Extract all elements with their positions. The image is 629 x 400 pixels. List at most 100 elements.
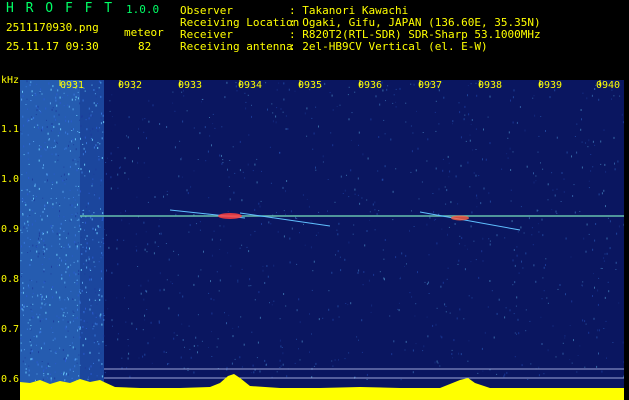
noise-dot (241, 199, 243, 202)
noise-dot (101, 80, 102, 82)
noise-dot (512, 151, 514, 153)
noise-dot (81, 210, 83, 211)
noise-dot (145, 289, 147, 292)
noise-dot (31, 118, 33, 120)
noise-dot (614, 168, 616, 171)
noise-dot (426, 160, 428, 162)
noise-dot (605, 320, 607, 322)
noise-dot (455, 175, 457, 178)
noise-dot (583, 237, 585, 240)
noise-dot (89, 298, 91, 301)
noise-dot (24, 223, 26, 225)
noise-dot (103, 121, 105, 124)
noise-dot (514, 264, 516, 267)
noise-dot (409, 229, 410, 232)
noise-dot (80, 311, 82, 313)
noise-dot (404, 265, 405, 267)
noise-dot (487, 116, 489, 118)
noise-dot (40, 306, 42, 309)
noise-dot (163, 350, 165, 353)
noise-dot (271, 103, 273, 105)
noise-dot (496, 373, 498, 375)
noise-dot (340, 269, 342, 272)
noise-dot (449, 312, 451, 314)
noise-dot (434, 361, 436, 364)
noise-dot (42, 249, 44, 251)
noise-dot (82, 143, 84, 145)
noise-dot (415, 343, 417, 345)
noise-dot (358, 144, 359, 146)
noise-dot (459, 308, 461, 311)
noise-dot (41, 361, 43, 362)
meteor-echo (218, 213, 242, 219)
noise-dot (282, 352, 284, 355)
noise-dot (594, 286, 595, 289)
noise-dot (48, 258, 50, 260)
noise-dot (580, 128, 582, 131)
noise-dot (435, 323, 437, 326)
noise-dot (609, 247, 611, 250)
noise-dot (152, 104, 154, 107)
noise-dot (464, 268, 466, 271)
noise-dot (36, 373, 38, 375)
noise-dot (597, 303, 599, 306)
noise-dot (58, 230, 60, 232)
noise-dot (339, 104, 341, 106)
noise-dot (496, 234, 498, 237)
noise-dot (617, 160, 619, 163)
noise-dot (99, 93, 101, 95)
noise-dot (85, 337, 87, 340)
noise-dot (21, 232, 23, 234)
noise-dot (67, 246, 69, 248)
noise-dot (180, 158, 182, 161)
noise-dot (136, 196, 138, 198)
noise-dot (128, 308, 129, 310)
noise-dot (36, 196, 37, 197)
noise-dot (439, 365, 441, 367)
noise-dot (37, 294, 39, 297)
noise-dot (234, 358, 236, 360)
noise-dot (535, 180, 537, 182)
noise-dot (28, 287, 30, 289)
noise-dot (250, 285, 252, 287)
noise-dot (121, 357, 123, 359)
noise-dot (43, 232, 44, 234)
noise-dot (86, 266, 88, 269)
noise-dot (77, 189, 79, 191)
noise-dot (546, 297, 548, 299)
noise-dot (219, 249, 221, 250)
noise-dot (85, 119, 87, 121)
noise-dot (600, 163, 602, 165)
noise-dot (35, 114, 37, 116)
noise-dot (505, 307, 507, 309)
noise-dot (332, 109, 334, 111)
noise-dot (285, 213, 286, 215)
noise-dot (43, 257, 45, 258)
noise-dot (22, 282, 24, 284)
noise-dot (90, 137, 92, 139)
noise-dot (70, 264, 72, 266)
noise-dot (50, 373, 52, 375)
noise-dot (309, 313, 310, 315)
noise-dot (88, 256, 90, 258)
noise-dot (378, 210, 380, 212)
noise-dot (256, 181, 258, 184)
noise-dot (288, 88, 290, 91)
noise-dot (588, 233, 590, 235)
noise-dot (31, 310, 33, 312)
noise-dot (444, 303, 446, 306)
noise-dot (266, 265, 268, 267)
noise-dot (434, 111, 436, 113)
noise-dot (181, 157, 183, 159)
noise-dot (269, 146, 271, 148)
noise-dot (364, 244, 366, 247)
noise-dot (97, 129, 99, 132)
noise-dot (51, 265, 52, 268)
noise-dot (28, 365, 30, 367)
noise-dot (418, 198, 420, 200)
spectrum-background (20, 80, 624, 400)
noise-dot (441, 228, 443, 230)
noise-dot (598, 98, 600, 101)
noise-dot (51, 296, 53, 299)
noise-dot (27, 108, 28, 110)
